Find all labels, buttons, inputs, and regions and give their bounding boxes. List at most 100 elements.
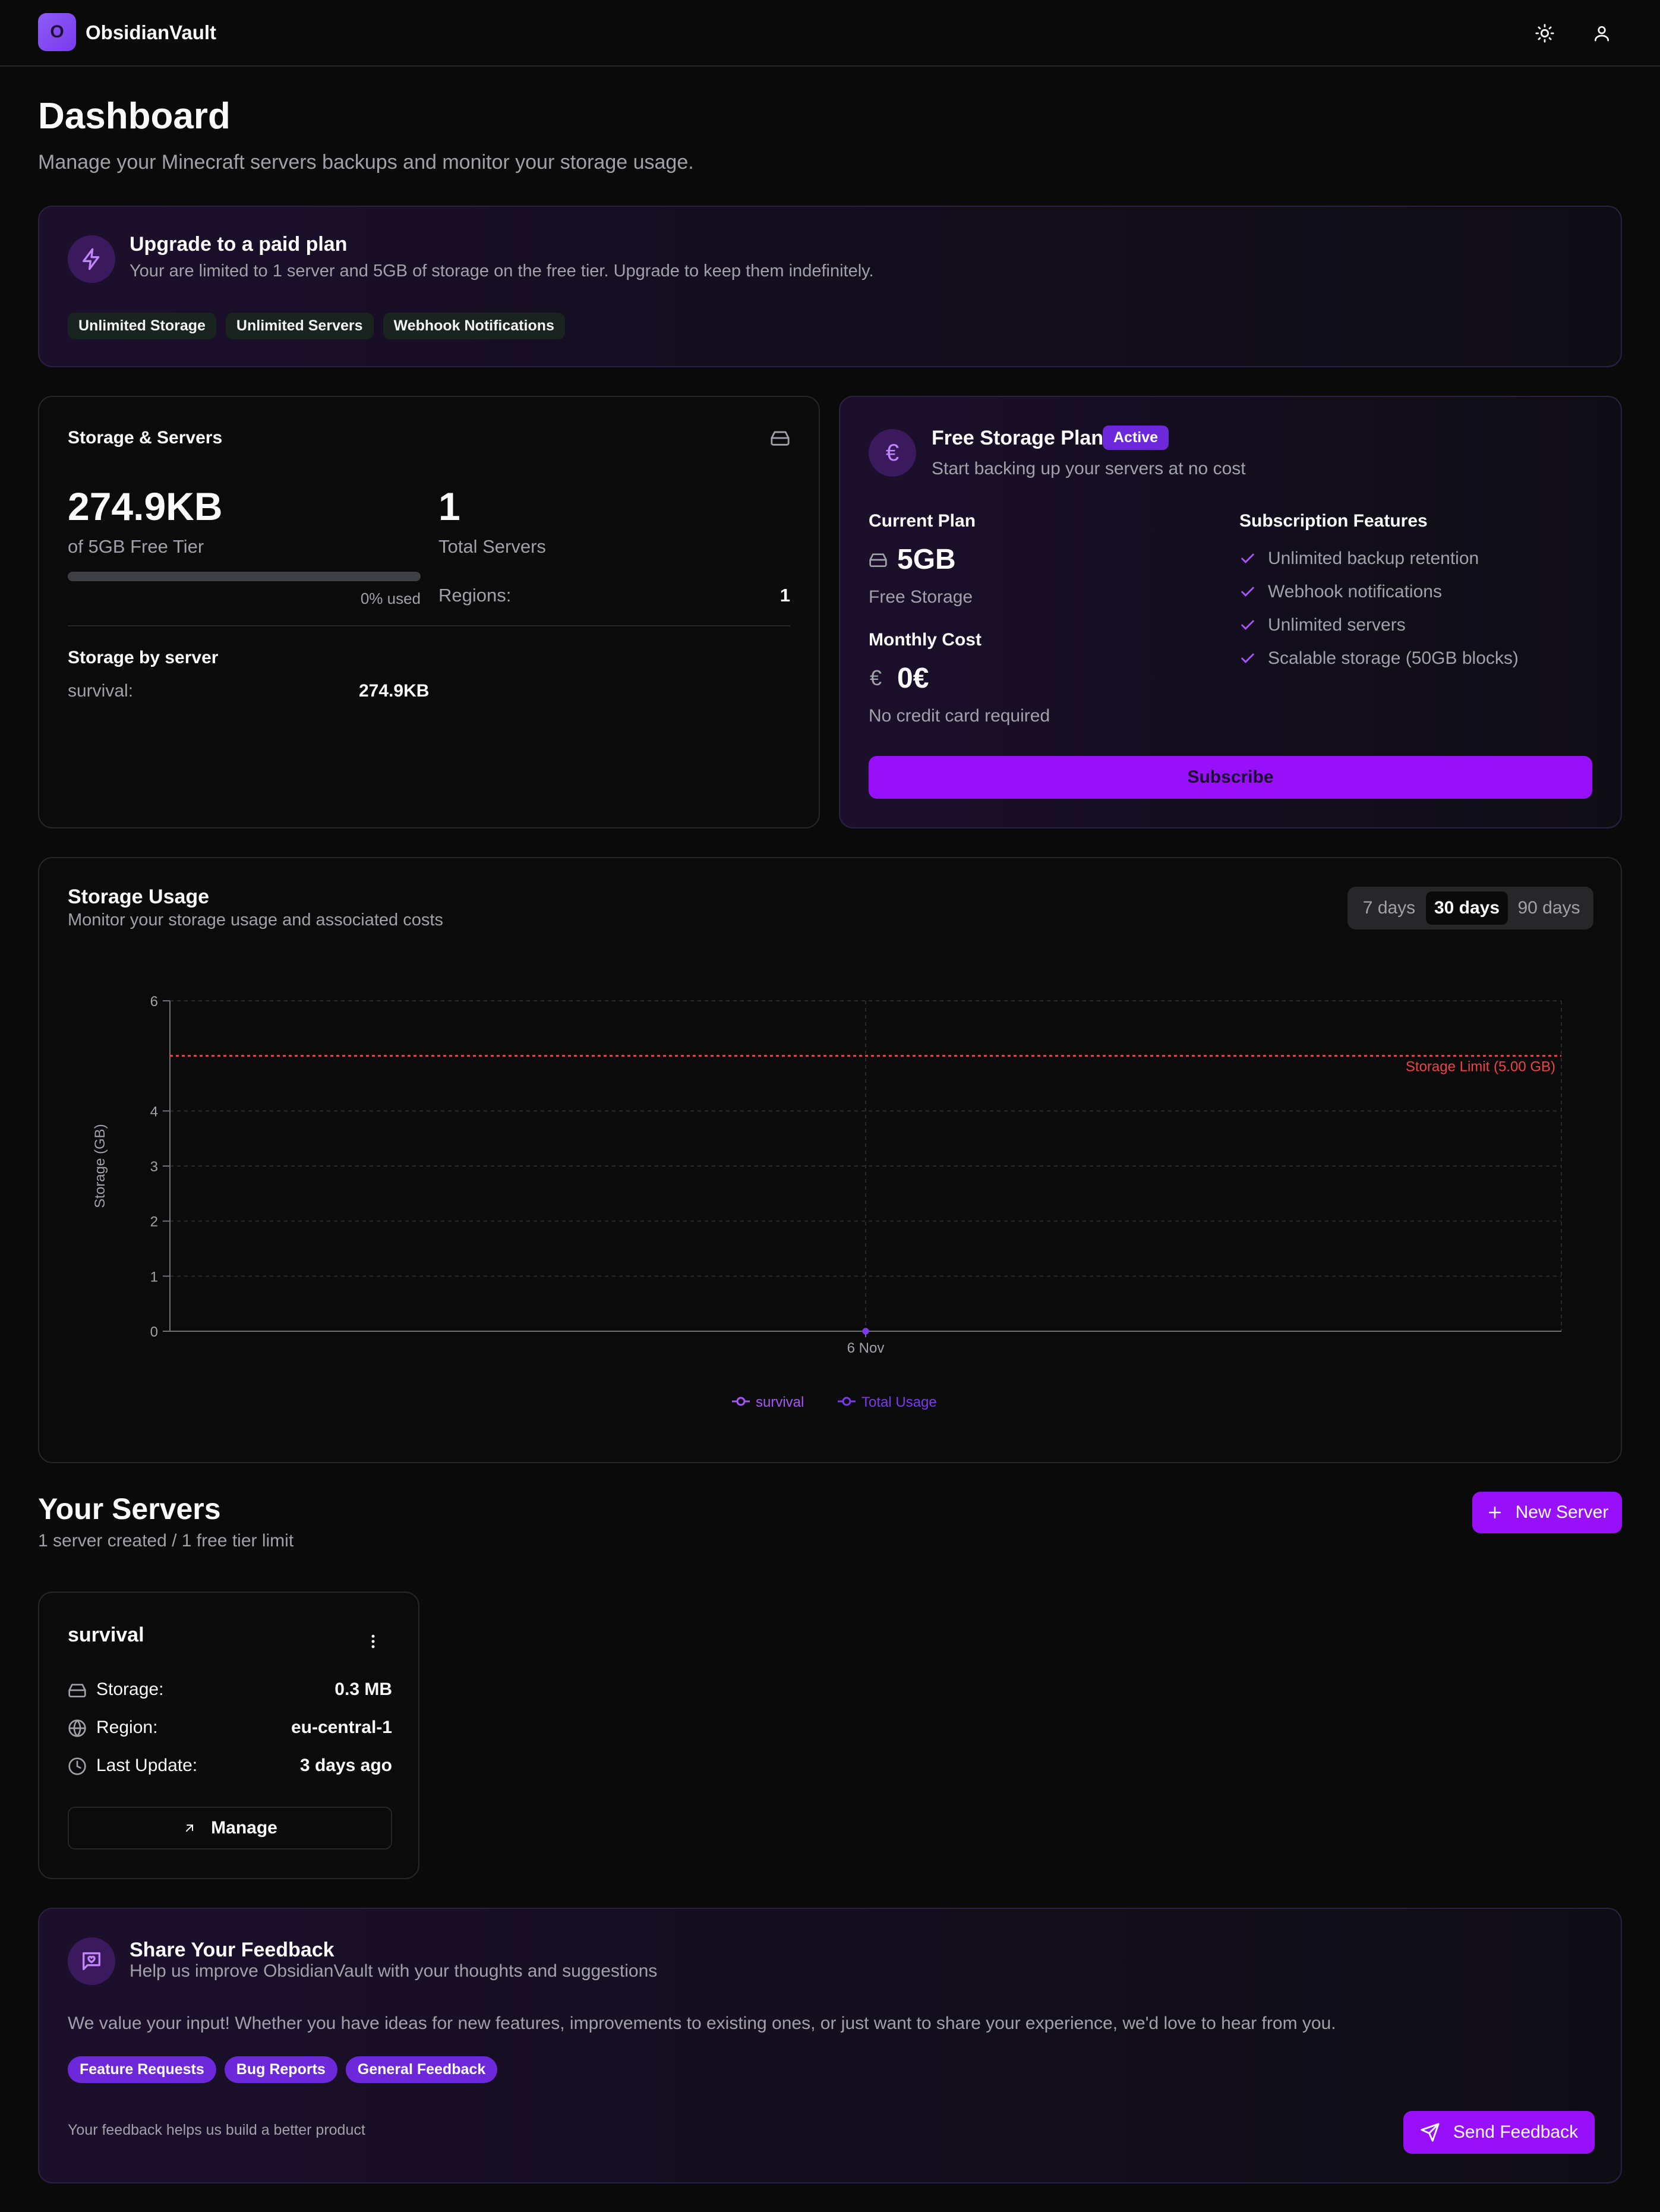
chip-webhook-notifications: Webhook Notifications [383,313,565,339]
y-tick-label: 3 [150,1159,158,1175]
servers-count: 1 [438,484,460,528]
check-icon [1241,620,1254,630]
manage-button[interactable]: Manage [68,1807,392,1849]
check-icon [1241,553,1254,563]
storage-usage-card: Storage Usage Monitor your storage usage… [38,857,1622,1463]
legend-marker-dot [842,1397,851,1406]
plan-storage-caption: Free Storage [869,587,973,607]
chip-bug-reports: Bug Reports [224,2056,337,2083]
chip-unlimited-storage: Unlimited Storage [68,313,216,339]
data-point [862,1328,869,1335]
feature-item: Scalable storage (50GB blocks) [1239,642,1519,675]
feature-label: Unlimited backup retention [1268,549,1479,568]
clock-icon [68,1757,86,1775]
feedback-title: Share Your Feedback [130,1939,334,1961]
legend-label: survival [756,1394,804,1410]
top-bar: O ObsidianVault [0,0,1660,67]
check-icon [1241,587,1254,597]
plan-storage-value: 5GB [897,544,956,575]
page-title: Dashboard [38,96,231,137]
y-tick-label: 4 [150,1104,158,1120]
message-heart-icon [83,1952,100,1970]
server-storage-label: Storage: [96,1680,164,1699]
server-storage-name: survival: [68,681,134,701]
upgrade-banner: Upgrade to a paid plan Your are limited … [38,206,1622,367]
storage-by-server-title: Storage by server [68,648,219,667]
user-menu-button[interactable] [1586,18,1617,49]
storage-tier-label: of 5GB Free Tier [68,536,204,557]
plan-title: Free Storage Plan [932,427,1104,449]
arrow-up-right-icon [186,1825,194,1832]
send-feedback-label: Send Feedback [1453,2122,1579,2142]
theme-toggle-button[interactable] [1529,18,1560,49]
server-options-button[interactable] [360,1628,386,1655]
logo-letter: O [50,22,64,42]
free-plan-card: € Free Storage Plan Active Start backing… [839,396,1622,828]
server-update-label: Last Update: [96,1756,198,1775]
server-card: survival Storage: 0.3 MB Region: eu-cent… [38,1592,419,1879]
servers-count-label: Total Servers [438,536,546,557]
app-logo[interactable]: O [38,13,76,51]
hard-drive-icon [869,553,887,567]
features-title: Subscription Features [1239,511,1428,531]
server-region-value: eu-central-1 [291,1718,392,1737]
upgrade-chips: Unlimited Storage Unlimited Servers Webhoo… [68,313,575,339]
y-axis-label: Storage (GB) [92,1124,108,1208]
upgrade-icon-wrap [68,235,115,283]
y-tick-label: 2 [150,1214,158,1230]
check-icon [1241,653,1254,663]
app-name[interactable]: ObsidianVault [86,21,216,44]
legend-marker-dot [736,1397,746,1406]
x-tick-label: 6 Nov [847,1340,885,1356]
feedback-chips: Feature Requests Bug Reports General Feedb… [68,2056,506,2083]
feature-item: Webhook notifications [1239,575,1519,609]
chip-general-feedback: General Feedback [345,2056,498,2083]
send-feedback-button[interactable]: Send Feedback [1403,2111,1595,2154]
server-region-label: Region: [96,1718,158,1737]
feature-label: Unlimited servers [1268,615,1406,635]
feedback-icon-wrap [68,1937,115,1985]
divider [68,625,790,626]
new-server-button[interactable]: New Server [1472,1492,1622,1533]
storage-usage-chart: 0 1 2 3 4 6 6 Nov Storage (GB) Storage Limit (5.… [92,994,1562,1410]
euro-icon: € [885,439,900,466]
globe-icon [68,1719,86,1737]
feature-label: Webhook notifications [1268,582,1442,601]
features-list: Unlimited backup retention Webhook notif… [1239,542,1519,675]
feedback-body: We value your input! Whether you have id… [68,2014,1336,2033]
plan-cost-value: 0€ [897,663,929,694]
feature-item: Unlimited servers [1239,609,1519,642]
lightning-icon [83,248,100,270]
storage-used-percent: 0% used [360,590,421,607]
hard-drive-icon [68,1684,86,1697]
server-storage-value: 274.9KB [359,681,430,701]
feature-item: Unlimited backup retention [1239,542,1519,575]
feedback-footer-note: Your feedback helps us build a better pr… [68,2122,365,2138]
currency-symbol: € [870,666,882,690]
y-tick-label: 6 [150,994,158,1010]
server-name: survival [68,1624,144,1646]
feature-label: Scalable storage (50GB blocks) [1268,648,1519,668]
manage-label: Manage [211,1818,277,1838]
plus-icon [1488,1507,1501,1518]
servers-subtitle: 1 server created / 1 free tier limit [38,1531,294,1551]
upgrade-description: Your are limited to 1 server and 5GB of … [130,261,874,281]
subscribe-button[interactable]: Subscribe [869,756,1592,799]
plan-status-badge: Active [1103,426,1169,450]
regions-value: 1 [779,585,790,606]
chip-unlimited-servers: Unlimited Servers [225,313,374,339]
server-storage-size: 0.3 MB [334,1680,392,1699]
plan-subtitle: Start backing up your servers at no cost [932,459,1246,478]
storage-used-value: 274.9KB [68,484,223,528]
upgrade-title: Upgrade to a paid plan [130,233,348,256]
servers-title: Your Servers [38,1492,221,1526]
new-server-label: New Server [1515,1502,1609,1522]
plan-icon-wrap: € [869,429,916,477]
regions-label: Regions: [438,585,512,606]
page-subtitle: Manage your Minecraft servers backups an… [38,151,694,174]
server-update-value: 3 days ago [299,1756,392,1775]
legend-label: Total Usage [861,1394,937,1410]
hard-drive-icon [771,431,790,446]
more-vertical-icon [371,1634,375,1649]
current-plan-label: Current Plan [869,511,976,531]
